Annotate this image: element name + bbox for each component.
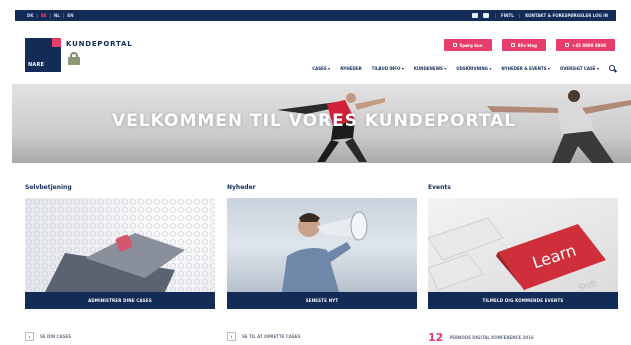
self-service-image [25, 198, 215, 292]
nav-news-events[interactable]: NYHEDER & EVENTS [501, 66, 550, 71]
logo-accent [52, 38, 61, 47]
hero-banner: VELKOMMEN TIL VORES KUNDEPORTAL [12, 84, 631, 163]
topbar-separator: | [494, 13, 496, 18]
events-footer-link[interactable]: 12 PERNODE DIGITAL KONFERENCE 2016 [428, 332, 534, 343]
topbar-links: | FINTL | KONTAKT & FORESPØRGSLER LOG IN [472, 10, 608, 21]
phone-icon [565, 43, 570, 47]
learn-button-label: Bliv klog [517, 42, 538, 48]
section-heading: Selvbetjening [25, 184, 72, 191]
lang-separator: | [36, 13, 38, 18]
nav-case-overview[interactable]: OVERSIGT CASE [560, 66, 599, 71]
events-image: Learn Shift [428, 198, 618, 292]
phone-button-label: +45 8888 8888 [572, 42, 606, 48]
section-events: Events Learn Shift TILMELD DIG KOMMENDE … [428, 184, 618, 309]
top-utility-bar: DK | SE | NL | EN | FINTL | KONTAKT & FO… [15, 10, 616, 21]
language-switcher: DK | SE | NL | EN [27, 10, 73, 21]
news-image [227, 198, 417, 292]
learn-button[interactable]: Bliv klog [501, 39, 547, 51]
footer-label: PERNODE DIGITAL KONFERENCE 2016 [449, 335, 534, 340]
main-nav: CASES NYHEDER TILBUD INFO KUNDENEWS UDSK… [0, 64, 615, 72]
footer-label: SE TIL AT OPRETTE CASES [242, 334, 301, 339]
section-news: Nyheder SENESTE NYT [227, 184, 417, 309]
ask-button-label: Spørg kun [459, 42, 483, 48]
event-date: 12 [428, 331, 444, 344]
nav-print[interactable]: UDSKRIVNING [456, 66, 491, 71]
lang-separator: | [62, 13, 65, 18]
hero-title: VELKOMMEN TIL VORES KUNDEPORTAL [112, 111, 517, 131]
lang-se[interactable]: SE [41, 13, 47, 18]
lang-dk[interactable]: DK [27, 13, 33, 18]
megaphone-man-illustration [282, 211, 368, 292]
chat-icon [452, 43, 457, 47]
mail-icon[interactable] [483, 13, 490, 18]
header-actions: Spørg kun Bliv klog +45 8888 8888 [443, 39, 615, 51]
nav-cases[interactable]: CASES [312, 66, 330, 71]
footer-label: SE DIN CASES [40, 334, 72, 339]
svg-text:Shift: Shift [578, 279, 598, 292]
section-self-service: Selvbetjening ADMINISTRER DINE CASES [25, 184, 215, 309]
chevron-right-icon: › [227, 332, 236, 341]
nav-news[interactable]: NYHEDER [340, 66, 361, 71]
contact-link[interactable]: FINTL [501, 13, 514, 18]
self-service-footer-link[interactable]: › SE DIN CASES [25, 332, 71, 341]
lang-en[interactable]: EN [67, 13, 73, 18]
nav-customer-news[interactable]: KUNDENEWS [414, 66, 446, 71]
nav-offers[interactable]: TILBUD INFO [372, 66, 404, 71]
section-heading: Events [428, 184, 451, 191]
events-signup-button[interactable]: TILMELD DIG KOMMENDE EVENTS [428, 292, 618, 309]
book-icon [510, 43, 515, 47]
ask-button[interactable]: Spørg kun [443, 39, 492, 51]
lang-nl[interactable]: NL [54, 13, 60, 18]
login-link[interactable]: KONTAKT & FORESPØRGSLER LOG IN [525, 13, 608, 18]
lang-separator: | [49, 13, 51, 18]
topbar-separator: | [518, 13, 521, 18]
news-footer-link[interactable]: › SE TIL AT OPRETTE CASES [227, 332, 300, 341]
linkedin-icon[interactable] [472, 13, 479, 18]
cards-illustration [25, 198, 215, 292]
manage-cases-button[interactable]: ADMINISTRER DINE CASES [25, 292, 215, 309]
phone-button[interactable]: +45 8888 8888 [556, 39, 615, 51]
chevron-right-icon: › [25, 332, 34, 341]
portal-title: KUNDEPORTAL [66, 40, 133, 48]
search-icon[interactable] [609, 65, 615, 71]
section-heading: Nyheder [227, 184, 256, 191]
latest-news-button[interactable]: SENESTE NYT [227, 292, 417, 309]
learn-key-illustration: Learn Shift [428, 217, 606, 292]
